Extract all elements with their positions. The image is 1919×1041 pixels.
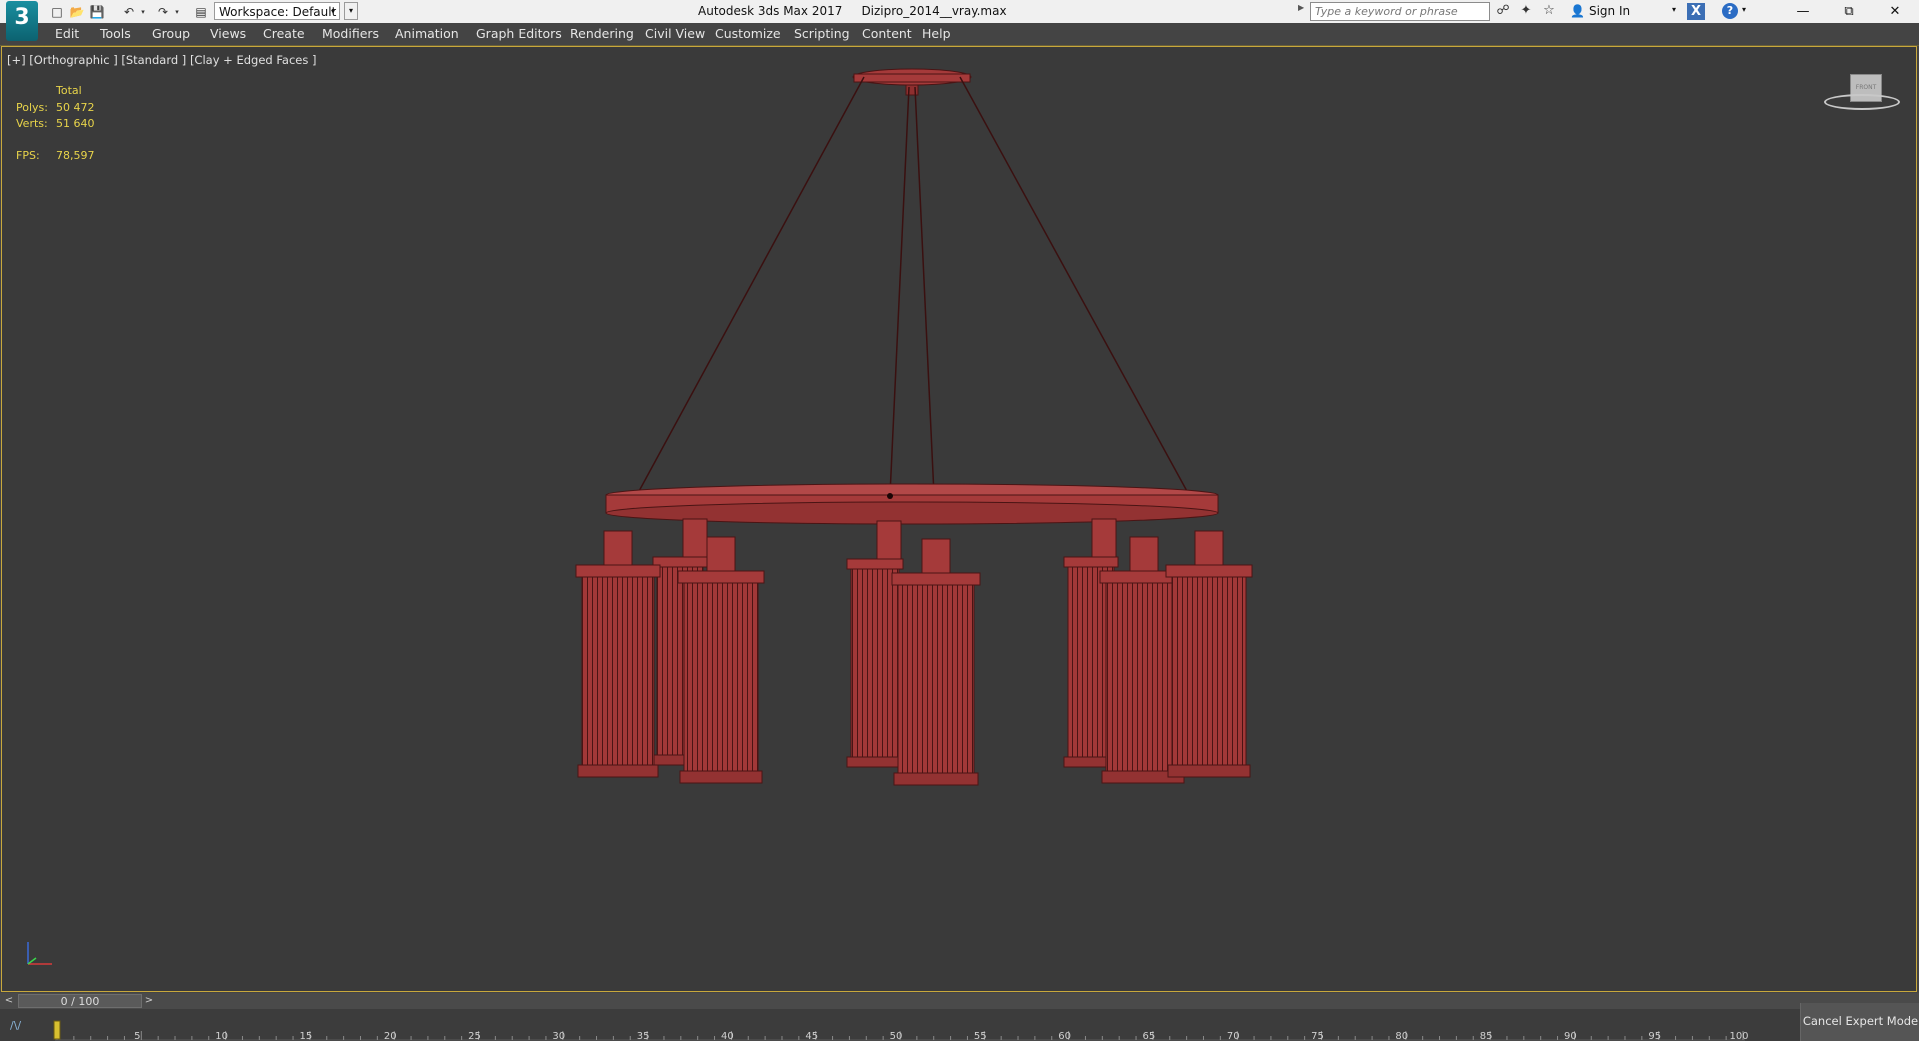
application-menu-button[interactable]: 3 — [6, 1, 38, 41]
binoculars-icon[interactable]: ☍ — [1494, 3, 1512, 20]
app-name: Autodesk 3ds Max 2017 — [698, 4, 843, 18]
menu-scripting[interactable]: Scripting — [794, 23, 850, 45]
close-button[interactable]: ✕ — [1872, 0, 1918, 23]
menu-modifiers[interactable]: Modifiers — [322, 23, 379, 45]
next-frame-button[interactable]: > — [142, 993, 156, 1009]
frame-tick-label: 45 — [805, 1031, 818, 1041]
front-viewport[interactable]: [+] [Orthographic ] [Standard ] [Clay + … — [1, 46, 1917, 992]
frame-tick-label: 5 — [134, 1031, 140, 1041]
communication-center-icon[interactable]: ✦ — [1517, 3, 1535, 20]
sign-in-label: Sign In — [1588, 4, 1631, 18]
quick-access-customize-icon[interactable]: ▾ — [344, 2, 358, 20]
window-title: Autodesk 3ds Max 2017 Dizipro_2014__vray… — [698, 0, 1007, 23]
autodesk-exchange-icon[interactable]: X — [1687, 3, 1705, 20]
help-icon[interactable]: ? — [1722, 3, 1738, 19]
frame-tick-label: 95 — [1648, 1031, 1661, 1041]
frame-tick-label: 15 — [300, 1031, 313, 1041]
menu-content[interactable]: Content — [862, 23, 912, 45]
menu-create[interactable]: Create — [263, 23, 305, 45]
previous-frame-button[interactable]: < — [2, 993, 16, 1009]
new-file-icon[interactable]: □ — [48, 3, 66, 20]
menu-civil-view[interactable]: Civil View — [645, 23, 705, 45]
frame-tick-label: 85 — [1480, 1031, 1493, 1041]
title-bar: □ 📂 💾 ↶ ▾ ↷ ▾ ▤ Workspace: Default ▾ ▾ A… — [0, 0, 1919, 24]
open-file-icon[interactable]: 📂 — [68, 3, 86, 20]
frame-tick-label: 80 — [1395, 1031, 1408, 1041]
menu-views[interactable]: Views — [210, 23, 246, 45]
track-bar-ruler[interactable]: 5 10 15 20 25 30 35 40 45 50 55 60 65 70 75 80 85 90 95 100 — [0, 1009, 1760, 1041]
frame-tick-label: 70 — [1227, 1031, 1240, 1041]
search-expand-icon[interactable]: ▶ — [1298, 3, 1304, 12]
favorites-star-icon[interactable]: ☆ — [1540, 3, 1558, 20]
lamp-cylinders — [575, 518, 1253, 786]
sign-in-button[interactable]: 👤 Sign In — [1570, 0, 1630, 23]
frame-tick-label: 90 — [1564, 1031, 1577, 1041]
cancel-expert-mode-button[interactable]: Cancel Expert Mode — [1800, 1003, 1919, 1041]
time-slider-thumb[interactable]: 0 / 100 — [18, 994, 142, 1008]
frame-tick-label: 20 — [384, 1031, 397, 1041]
redo-dropdown-icon[interactable]: ▾ — [172, 3, 182, 20]
menu-help[interactable]: Help — [922, 23, 951, 45]
suspension-cables — [637, 76, 1189, 496]
chevron-down-icon: ▾ — [330, 7, 335, 16]
frame-tick-label: 40 — [721, 1031, 734, 1041]
menu-customize[interactable]: Customize — [715, 23, 781, 45]
frame-tick-label: 10 — [215, 1031, 228, 1041]
track-bar[interactable]: /\/ 5 10 15 20 25 30 35 40 45 50 55 60 65 70 75 80 85 90 9… — [0, 1009, 1919, 1041]
frame-tick-label: 25 — [468, 1031, 481, 1041]
menu-edit[interactable]: Edit — [55, 23, 79, 45]
axis-tripod-icon — [27, 942, 52, 965]
time-slider: < 0 / 100 > — [0, 993, 1919, 1009]
user-icon: 👤 — [1570, 4, 1585, 18]
search-input[interactable] — [1310, 2, 1490, 21]
undo-icon[interactable]: ↶ — [120, 3, 138, 20]
frame-tick-label: 75 — [1311, 1031, 1324, 1041]
menu-group[interactable]: Group — [152, 23, 190, 45]
file-name: Dizipro_2014__vray.max — [861, 4, 1007, 18]
workspace-label: Workspace: Default — [219, 5, 337, 19]
chandelier-ring — [605, 483, 1219, 525]
frame-tick-label: 30 — [552, 1031, 565, 1041]
ceiling-canopy — [852, 68, 972, 96]
frame-tick-label: 55 — [974, 1031, 987, 1041]
frame-tick-label: 50 — [890, 1031, 903, 1041]
menu-rendering[interactable]: Rendering — [570, 23, 634, 45]
frame-tick-label: 100 — [1729, 1031, 1748, 1041]
redo-icon[interactable]: ↷ — [154, 3, 172, 20]
minimize-button[interactable]: — — [1780, 0, 1826, 23]
menu-bar: Edit Tools Group Views Create Modifiers … — [0, 23, 1919, 46]
project-folder-icon[interactable]: ▤ — [192, 3, 210, 20]
frame-tick-label: 65 — [1143, 1031, 1156, 1041]
save-file-icon[interactable]: 💾 — [88, 3, 106, 20]
undo-dropdown-icon[interactable]: ▾ — [138, 3, 148, 20]
menu-animation[interactable]: Animation — [395, 23, 459, 45]
workspace-dropdown[interactable]: Workspace: Default ▾ — [214, 2, 340, 20]
chevron-down-icon[interactable]: ▾ — [1742, 5, 1746, 14]
current-frame-marker[interactable] — [53, 1020, 61, 1040]
chandelier-model[interactable] — [2, 47, 1916, 991]
menu-tools[interactable]: Tools — [100, 23, 131, 45]
restore-button[interactable]: ⧉ — [1826, 0, 1872, 23]
menu-graph-editors[interactable]: Graph Editors — [476, 23, 562, 45]
frame-tick-label: 60 — [1058, 1031, 1071, 1041]
frame-tick-label: 35 — [637, 1031, 650, 1041]
chevron-down-icon[interactable]: ▾ — [1672, 5, 1676, 14]
